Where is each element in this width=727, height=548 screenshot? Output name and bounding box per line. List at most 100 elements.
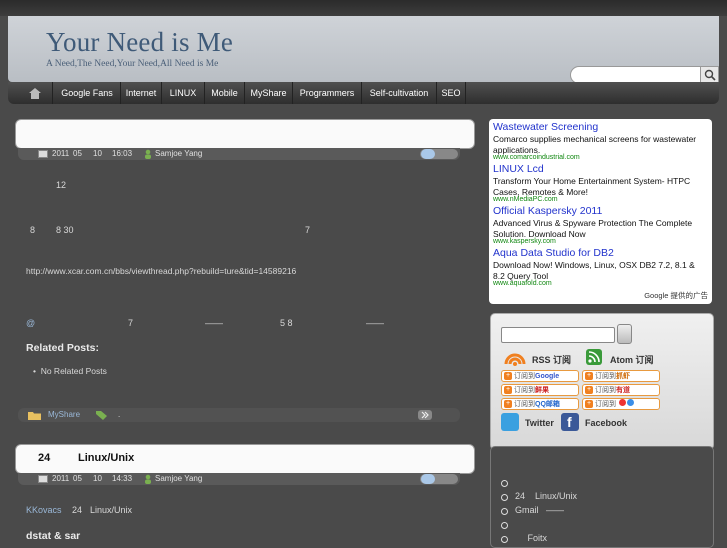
home-icon <box>29 88 41 99</box>
post-date-year: 2011 <box>52 474 70 483</box>
sidebar-search-button[interactable] <box>617 324 632 344</box>
twitter-link[interactable]: Twitter <box>525 418 554 428</box>
nav-item-google-fans[interactable]: Google Fans <box>54 82 121 104</box>
ad-title[interactable]: Wastewater Screening <box>493 121 598 133</box>
nav-item-programmers[interactable]: Programmers <box>293 82 362 104</box>
recent-posts-panel: 24 Linux/Unix Gmail —— Foitx <box>490 446 714 548</box>
subscribe-prefix: 订阅到 <box>595 387 616 394</box>
post-heading: dstat & sar <box>26 530 81 542</box>
post-at[interactable]: @ <box>26 318 35 328</box>
facebook-glyph: f <box>567 414 572 430</box>
subscribe-target: 抓虾 <box>616 373 630 380</box>
post-text: —— <box>205 318 223 328</box>
ad-url[interactable]: www.aquafold.com <box>493 280 552 287</box>
rss-feed-label[interactable]: RSS 订阅 <box>532 353 571 366</box>
ad-title[interactable]: LINUX Lcd <box>493 163 544 175</box>
nav-item-linux[interactable]: LINUX <box>162 82 205 104</box>
subscribe-other-button[interactable]: + 订阅到 <box>582 398 660 410</box>
ad-title[interactable]: Official Kaspersky 2011 <box>493 205 602 217</box>
ad-url[interactable]: www.comarcoindustrial.com <box>493 154 580 161</box>
nav-home[interactable] <box>18 82 53 104</box>
subscribe-target: Google <box>535 373 560 380</box>
related-posts-empty-label: No Related Posts <box>40 366 107 376</box>
nav-item-seo[interactable]: SEO <box>437 82 466 104</box>
atom-feed-label[interactable]: Atom 订阅 <box>610 353 654 366</box>
list-bullet <box>501 508 508 515</box>
folder-icon <box>28 412 41 420</box>
subscribe-prefix: 订阅到 <box>595 401 616 408</box>
ad-description: Download Now! Windows, Linux, OSX DB2 7.… <box>493 260 695 281</box>
subscribe-xianguo-button[interactable]: + 订阅到鲜果 <box>501 384 579 396</box>
post-author[interactable]: Samjoe Yang <box>155 148 202 160</box>
ad-description: Comarco supplies mechanical screens for … <box>493 134 697 155</box>
nav-item-internet[interactable]: Internet <box>121 82 162 104</box>
ad-url[interactable]: www.nMediaPC.com <box>493 196 558 203</box>
post-title-box <box>15 119 475 149</box>
post-title[interactable]: Linux/Unix <box>78 452 134 464</box>
ad-description: Transform Your Home Entertainment System… <box>493 176 691 197</box>
calendar-icon <box>38 475 48 483</box>
site-tagline: A Need,The Need,Your Need,All Need is Me <box>46 59 219 69</box>
nav-item-self-cultivation[interactable]: Self-cultivation <box>362 82 437 104</box>
post-meta: 2011 05 10 16:03 Samjoe Yang <box>18 148 460 160</box>
site-header: Your Need is Me A Need,The Need,Your Nee… <box>8 16 719 84</box>
post-text: 8 30 <box>56 225 74 235</box>
recent-post-link[interactable]: Foitx <box>515 533 548 543</box>
recent-post-link[interactable]: 24 Linux/Unix <box>515 491 577 501</box>
plus-icon: + <box>504 386 512 394</box>
ad-url[interactable]: www.kaspersky.com <box>493 238 556 245</box>
post-meta: 2011 05 10 14:33 Samjoe Yang <box>18 473 460 485</box>
post-title-number[interactable]: 24 <box>38 452 50 464</box>
main-nav: Google Fans Internet LINUX Mobile MyShar… <box>8 82 719 104</box>
post-text: 7 <box>305 225 311 235</box>
subscribe-qqmail-button[interactable]: + 订阅到QQ邮箱 <box>501 398 579 410</box>
nav-item-mobile[interactable]: Mobile <box>205 82 245 104</box>
post-text: Linux/Unix <box>90 505 133 515</box>
tag-icon <box>96 411 107 420</box>
subscribe-target: 有道 <box>616 387 630 394</box>
search-icon <box>704 69 716 81</box>
ad-title[interactable]: Aqua Data Studio for DB2 <box>493 247 614 259</box>
post-link[interactable]: KKovacs <box>26 505 62 515</box>
post-date-year: 2011 <box>52 149 70 158</box>
post-text: 7 <box>128 318 134 328</box>
plus-icon: + <box>585 386 593 394</box>
recent-post-link[interactable]: Gmail —— <box>515 505 564 515</box>
nav-item-myshare[interactable]: MyShare <box>245 82 293 104</box>
subscribe-youdao-button[interactable]: + 订阅到有道 <box>582 384 660 396</box>
post-tags: . <box>118 410 121 419</box>
post-category[interactable]: MyShare <box>48 409 80 421</box>
comment-icon <box>421 474 435 484</box>
subscribe-logo-icon <box>619 399 626 406</box>
comment-icon <box>421 149 435 159</box>
site-title[interactable]: Your Need is Me <box>46 27 233 58</box>
google-ads: Wastewater Screening Comarco supplies me… <box>489 119 712 304</box>
subscribe-prefix: 订阅到 <box>514 387 535 394</box>
facebook-icon[interactable]: f <box>561 413 579 431</box>
list-bullet <box>501 480 508 487</box>
post-text: 12 <box>56 180 67 190</box>
plus-icon: + <box>585 372 593 380</box>
subscribe-target: 鲜果 <box>535 387 549 394</box>
plus-icon: + <box>504 372 512 380</box>
post-time: 16:03 <box>112 149 133 158</box>
subscribe-zhuaxia-button[interactable]: + 订阅到抓虾 <box>582 370 660 382</box>
read-more-icon[interactable] <box>418 410 432 420</box>
list-bullet <box>501 494 508 501</box>
rss-icon[interactable] <box>504 348 526 366</box>
twitter-icon[interactable] <box>501 413 519 431</box>
list-bullet <box>501 536 508 543</box>
list-bullet <box>501 522 508 529</box>
sidebar-search-input[interactable] <box>501 327 615 343</box>
post-author[interactable]: Samjoe Yang <box>155 473 202 485</box>
facebook-link[interactable]: Facebook <box>585 418 627 428</box>
subscribe-logo-icon <box>627 399 634 406</box>
calendar-icon <box>38 150 48 158</box>
plus-icon: + <box>585 400 593 408</box>
ads-by-google[interactable]: Google 提供的广告 <box>644 290 708 301</box>
user-icon <box>145 474 151 484</box>
post-time: 14:33 <box>112 474 133 483</box>
subscribe-google-button[interactable]: + 订阅到Google <box>501 370 579 382</box>
post-date-day: 10 <box>93 474 102 483</box>
atom-feed-icon[interactable] <box>586 349 602 365</box>
